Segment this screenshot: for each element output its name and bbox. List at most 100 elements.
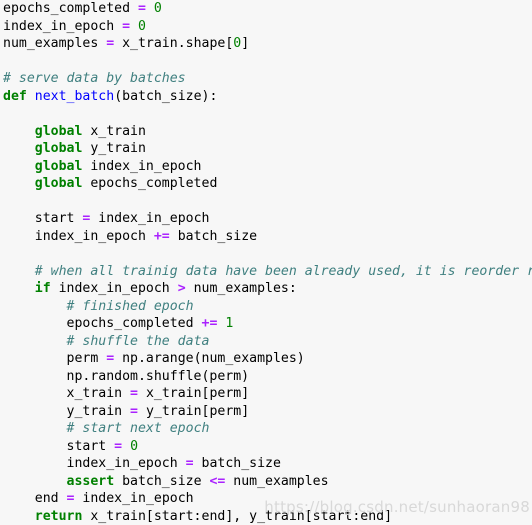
code-line[interactable]: start = 0 [0,438,532,456]
code-token-operator: = [138,1,146,16]
code-token-operator: = [106,36,114,51]
code-token-plain: (batch_size): [114,89,217,104]
code-line[interactable]: global x_train [0,123,532,141]
code-line[interactable]: index_in_epoch = batch_size [0,455,532,473]
code-token-plain: num_examples: [186,281,297,296]
code-token-plain [3,176,35,191]
code-token-plain: batch_size [170,229,257,244]
code-token-plain: epochs_completed [3,1,138,16]
code-token-plain: index_in_epoch [90,211,209,226]
code-token-keyword: global [35,176,83,191]
code-token-keyword: global [35,159,83,174]
code-token-plain [3,281,35,296]
code-line[interactable]: x_train = x_train[perm] [0,385,532,403]
code-line[interactable]: epochs_completed = 0 [0,0,532,18]
code-line[interactable]: global y_train [0,140,532,158]
code-line[interactable]: np.random.shuffle(perm) [0,368,532,386]
code-token-operator: += [154,229,170,244]
code-token-plain: index_in_epoch [51,281,178,296]
code-token-comment: # shuffle the data [67,334,210,349]
code-token-operator: = [130,404,138,419]
code-line[interactable]: global epochs_completed [0,175,532,193]
code-token-plain: ] [241,36,249,51]
code-token-plain: end [3,491,67,506]
code-line[interactable]: index_in_epoch += batch_size [0,228,532,246]
code-token-number: 0 [138,19,146,34]
code-token-plain: np.arange(num_examples) [114,351,305,366]
code-line[interactable]: global index_in_epoch [0,158,532,176]
code-token-plain: y_train [82,141,146,156]
code-token-plain: x_train [82,124,146,139]
code-token-plain: index_in_epoch [82,159,201,174]
code-line[interactable]: # shuffle the data [0,333,532,351]
code-line[interactable]: return x_train[start:end], y_train[start… [0,508,532,525]
code-token-plain [3,474,67,489]
code-token-plain: index_in_epoch [3,456,186,471]
code-token-plain: y_train [3,404,130,419]
code-token-plain: epochs_completed [82,176,217,191]
code-token-plain [130,19,138,34]
code-token-plain [3,124,35,139]
code-token-keyword: global [35,124,83,139]
code-token-plain: batch_size [194,456,281,471]
code-token-plain [27,89,35,104]
code-token-operator: = [130,386,138,401]
code-line[interactable]: def next_batch(batch_size): [0,88,532,106]
code-token-plain: index_in_epoch [3,19,122,34]
code-line[interactable] [0,105,532,123]
code-token-comment: # finished epoch [67,299,194,314]
code-line[interactable] [0,53,532,71]
code-token-plain [3,421,67,436]
code-token-plain [3,299,67,314]
code-token-comment: # when all trainig data have been alread… [35,264,532,279]
code-token-plain: index_in_epoch [74,491,193,506]
code-token-number: 0 [154,1,162,16]
code-token-plain: start [3,211,82,226]
code-token-operator: = [114,439,122,454]
code-token-operator: = [122,19,130,34]
code-token-keyword: assert [67,474,115,489]
code-token-operator: <= [209,474,225,489]
code-line[interactable]: start = index_in_epoch [0,210,532,228]
code-token-plain [122,439,130,454]
code-line[interactable]: perm = np.arange(num_examples) [0,350,532,368]
code-token-plain: perm [3,351,106,366]
code-token-plain: index_in_epoch [3,229,154,244]
code-token-plain: num_examples [225,474,328,489]
code-line[interactable]: # when all trainig data have been alread… [0,263,532,281]
code-token-plain: x_train.shape[ [114,36,233,51]
code-token-plain [3,264,35,279]
code-token-function: next_batch [35,89,114,104]
code-line[interactable]: end = index_in_epoch [0,490,532,508]
code-token-plain: x_train [3,386,130,401]
code-token-operator: > [178,281,186,296]
code-token-plain: start [3,439,114,454]
code-line[interactable]: # finished epoch [0,298,532,316]
code-snippet: epochs_completed = 0index_in_epoch = 0nu… [0,0,532,517]
code-lines-container[interactable]: epochs_completed = 0index_in_epoch = 0nu… [0,0,532,525]
code-line[interactable] [0,245,532,263]
code-token-plain: np.random.shuffle(perm) [3,369,249,384]
code-token-plain: batch_size [114,474,209,489]
code-token-operator: = [186,456,194,471]
code-line[interactable]: # serve data by batches [0,70,532,88]
code-line[interactable]: num_examples = x_train.shape[0] [0,35,532,53]
code-line[interactable] [0,193,532,211]
code-token-operator: = [106,351,114,366]
code-line[interactable]: epochs_completed += 1 [0,315,532,333]
code-line[interactable]: # start next epoch [0,420,532,438]
code-token-plain [3,509,35,524]
code-line[interactable]: index_in_epoch = 0 [0,18,532,36]
code-token-keyword: return [35,509,83,524]
code-token-plain: num_examples [3,36,106,51]
code-token-plain: x_train[start:end], y_train[start:end] [82,509,392,524]
code-line[interactable]: if index_in_epoch > num_examples: [0,280,532,298]
code-token-keyword: global [35,141,83,156]
code-token-plain [3,334,67,349]
code-token-plain [146,1,154,16]
code-line[interactable]: assert batch_size <= num_examples [0,473,532,491]
code-token-number: 0 [130,439,138,454]
code-token-keyword: if [35,281,51,296]
code-line[interactable]: y_train = y_train[perm] [0,403,532,421]
code-token-plain [3,159,35,174]
